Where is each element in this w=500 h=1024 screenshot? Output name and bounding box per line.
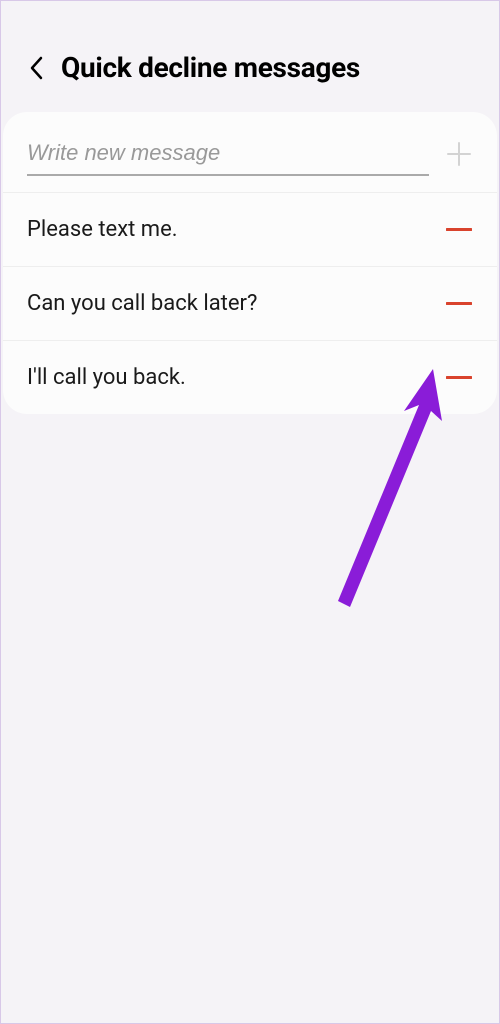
new-message-input[interactable] bbox=[27, 132, 429, 176]
message-item: Please text me. bbox=[3, 192, 497, 266]
message-text: Please text me. bbox=[27, 217, 178, 242]
back-icon[interactable] bbox=[29, 56, 43, 80]
message-item: I'll call you back. bbox=[3, 340, 497, 414]
delete-icon[interactable] bbox=[445, 228, 473, 232]
delete-icon[interactable] bbox=[445, 376, 473, 380]
messages-card: Please text me. Can you call back later?… bbox=[3, 112, 497, 414]
header: Quick decline messages bbox=[1, 1, 499, 112]
message-text: I'll call you back. bbox=[27, 365, 186, 390]
plus-icon[interactable] bbox=[445, 140, 473, 168]
page-title: Quick decline messages bbox=[61, 51, 360, 84]
delete-icon[interactable] bbox=[445, 302, 473, 306]
message-item: Can you call back later? bbox=[3, 266, 497, 340]
new-message-row bbox=[3, 112, 497, 192]
message-text: Can you call back later? bbox=[27, 291, 257, 316]
